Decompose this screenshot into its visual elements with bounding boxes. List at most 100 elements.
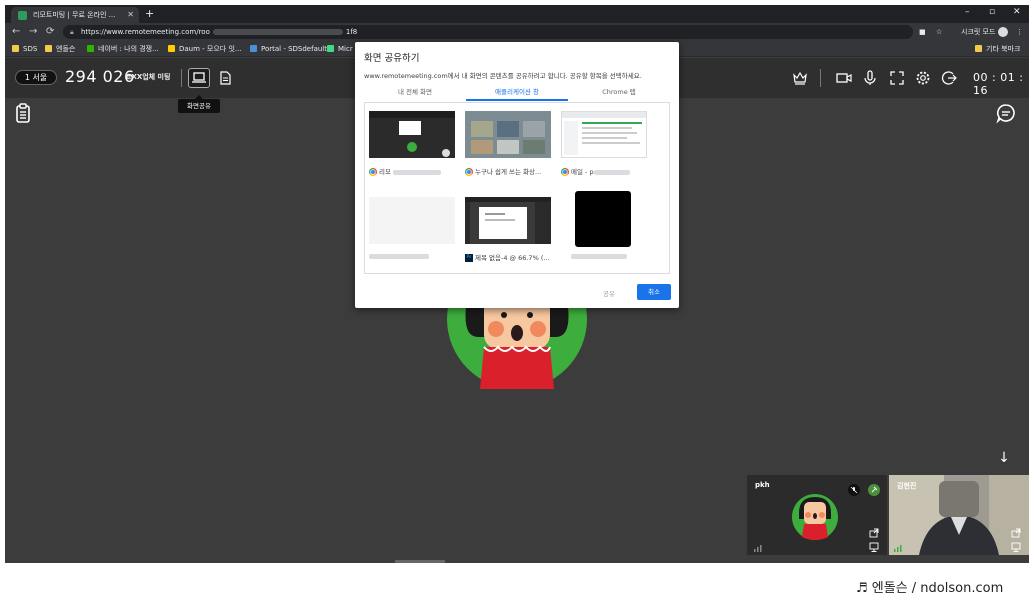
popout-icon[interactable] (1010, 527, 1022, 539)
character-avatar-icon (447, 297, 587, 389)
back-arrow-icon[interactable]: ← (12, 25, 20, 39)
window-thumbnail[interactable] (575, 191, 631, 247)
minimize-button[interactable]: – (965, 7, 970, 17)
watermark-credit: ♬ 엔돌슨 / ndolson.com (856, 581, 1004, 596)
share-button[interactable]: 공유 (603, 288, 615, 298)
window-grid: 리모 누구나 쉽게 쓰는 화상... 메일 - p Ps 제목 없음-4 @ 66… (364, 102, 670, 274)
window-label: Ps 제목 없음-4 @ 66.7% (... (465, 254, 550, 262)
redacted-text (571, 253, 627, 259)
chrome-icon (561, 168, 569, 176)
dialog-title: 화면 공유하기 (364, 53, 420, 64)
signal-bars-icon (894, 545, 902, 552)
folder-icon (45, 44, 52, 52)
character-avatar-icon (792, 494, 838, 540)
bookmark-item[interactable]: 엔돌슨 (45, 41, 75, 57)
bookmark-label: Portal - SDSdefault (261, 45, 327, 53)
meeting-timer: 00 : 01 : 16 (973, 71, 1024, 97)
scroll-down-arrow-icon[interactable]: ↓ (990, 447, 1018, 469)
clipboard-icon[interactable] (12, 102, 34, 124)
camera-indicator-icon[interactable]: ■ (919, 25, 926, 39)
folder-icon (12, 44, 19, 52)
chat-icon[interactable] (995, 102, 1017, 124)
crown-icon[interactable] (791, 69, 809, 87)
divider (820, 69, 821, 87)
window-thumbnail[interactable] (369, 111, 455, 158)
window-label (369, 252, 429, 260)
video-camera-icon[interactable] (835, 69, 853, 87)
lock-icon: 🔒︎ (70, 28, 74, 36)
tab-chrome-tab[interactable]: Chrome 탭 (568, 85, 670, 101)
screen-share-dialog: 화면 공유하기 www.remotemeeting.com에서 내 화면의 콘텐… (355, 42, 679, 308)
bookmark-item[interactable]: Micr (327, 41, 353, 57)
window-label: 리모 (369, 166, 442, 176)
bookmark-item-other[interactable]: 기타 북마크 (975, 41, 1020, 57)
cancel-button[interactable]: 취소 (637, 284, 671, 300)
window-thumbnail[interactable] (465, 197, 551, 244)
gear-icon[interactable] (914, 69, 932, 87)
bookmark-star-icon[interactable]: ☆ (936, 25, 942, 39)
profile-avatar-icon (998, 27, 1009, 37)
pin-icon[interactable] (868, 484, 880, 496)
document-icon[interactable] (216, 69, 234, 87)
bookmark-label: 네이버 : 나의 경쟁... (98, 45, 159, 53)
portal-icon (250, 44, 257, 52)
incognito-indicator[interactable]: 시크릿 모드 (961, 25, 1009, 39)
android-icon (327, 44, 334, 52)
redacted-text (393, 169, 442, 175)
window-preview (562, 112, 646, 155)
bookmark-item[interactable]: Daum - 모으다 잇... (168, 41, 242, 57)
window-label: 누구나 쉽게 쓰는 화상... (465, 166, 541, 176)
presenter-avatar (446, 297, 588, 389)
participant-tile[interactable]: pkh (747, 475, 887, 555)
bookmark-label: SDS (23, 45, 38, 53)
redacted-text (369, 253, 429, 259)
tab-entire-screen[interactable]: 내 전체 화면 (364, 85, 466, 101)
mic-muted-icon (848, 484, 860, 496)
participant-name: 김현진 (897, 482, 917, 490)
bookmark-item[interactable]: 네이버 : 나의 경쟁... (87, 41, 159, 57)
tab-application-window[interactable]: 애플리케이션 창 (466, 85, 568, 101)
monitor-icon[interactable] (868, 541, 880, 553)
site-favicon-icon (18, 11, 27, 20)
forward-arrow-icon[interactable]: → (29, 25, 37, 39)
screen-share-button[interactable] (188, 68, 210, 88)
new-tab-button[interactable]: + (145, 7, 154, 21)
divider (181, 69, 182, 87)
fullscreen-icon[interactable] (888, 69, 906, 87)
participant-tile[interactable]: 김현진 (889, 475, 1029, 555)
bookmark-label: Daum - 모으다 잇... (179, 45, 242, 53)
bookmark-label: 기타 북마크 (986, 45, 1021, 53)
maximize-button[interactable]: ▫ (989, 7, 995, 17)
chrome-icon (369, 168, 377, 176)
window-thumbnail[interactable] (369, 197, 455, 244)
close-icon[interactable]: ✕ (127, 7, 134, 23)
popout-icon[interactable] (868, 527, 880, 539)
bookmark-label: 엔돌슨 (56, 45, 76, 53)
window-close-button[interactable]: ✕ (1013, 7, 1021, 17)
window-thumbnail[interactable] (465, 111, 551, 158)
bookmark-item[interactable]: Portal - SDSdefault (250, 41, 327, 57)
bookmark-item[interactable]: SDS (12, 41, 37, 57)
chrome-icon (465, 168, 473, 176)
browser-menu-icon[interactable]: ⋮ (1016, 25, 1023, 39)
monitor-icon[interactable] (1010, 541, 1022, 553)
browser-tab[interactable]: 리모트미팅 | 무료 온라인 ... ✕ (11, 7, 139, 23)
window-preview (465, 197, 551, 244)
photoshop-icon: Ps (465, 254, 473, 262)
window-preview (465, 111, 551, 158)
window-thumbnail[interactable] (561, 111, 647, 158)
exit-icon[interactable] (940, 69, 958, 87)
horizontal-scrollbar[interactable] (395, 560, 445, 563)
window-preview (369, 111, 455, 157)
browser-window: 리모트미팅 | 무료 온라인 ... ✕ + – ▫ ✕ ← → ⟳ 🔒︎ ht… (5, 5, 1029, 563)
naver-icon (87, 44, 94, 52)
screen-share-tooltip: 화면공유 (178, 95, 220, 113)
participant-name: pkh (755, 481, 770, 489)
tab-title: 리모트미팅 | 무료 온라인 ... (33, 11, 116, 19)
session-badge[interactable]: 1 서울 (15, 70, 57, 85)
tab-strip: 리모트미팅 | 무료 온라인 ... ✕ + – ▫ ✕ (5, 5, 1029, 23)
reload-icon[interactable]: ⟳ (46, 25, 54, 39)
microphone-icon[interactable] (861, 69, 879, 87)
address-bar[interactable]: 🔒︎ https://www.remotemeeting.com/roo 1f8 (63, 25, 913, 39)
daum-icon (168, 44, 175, 52)
